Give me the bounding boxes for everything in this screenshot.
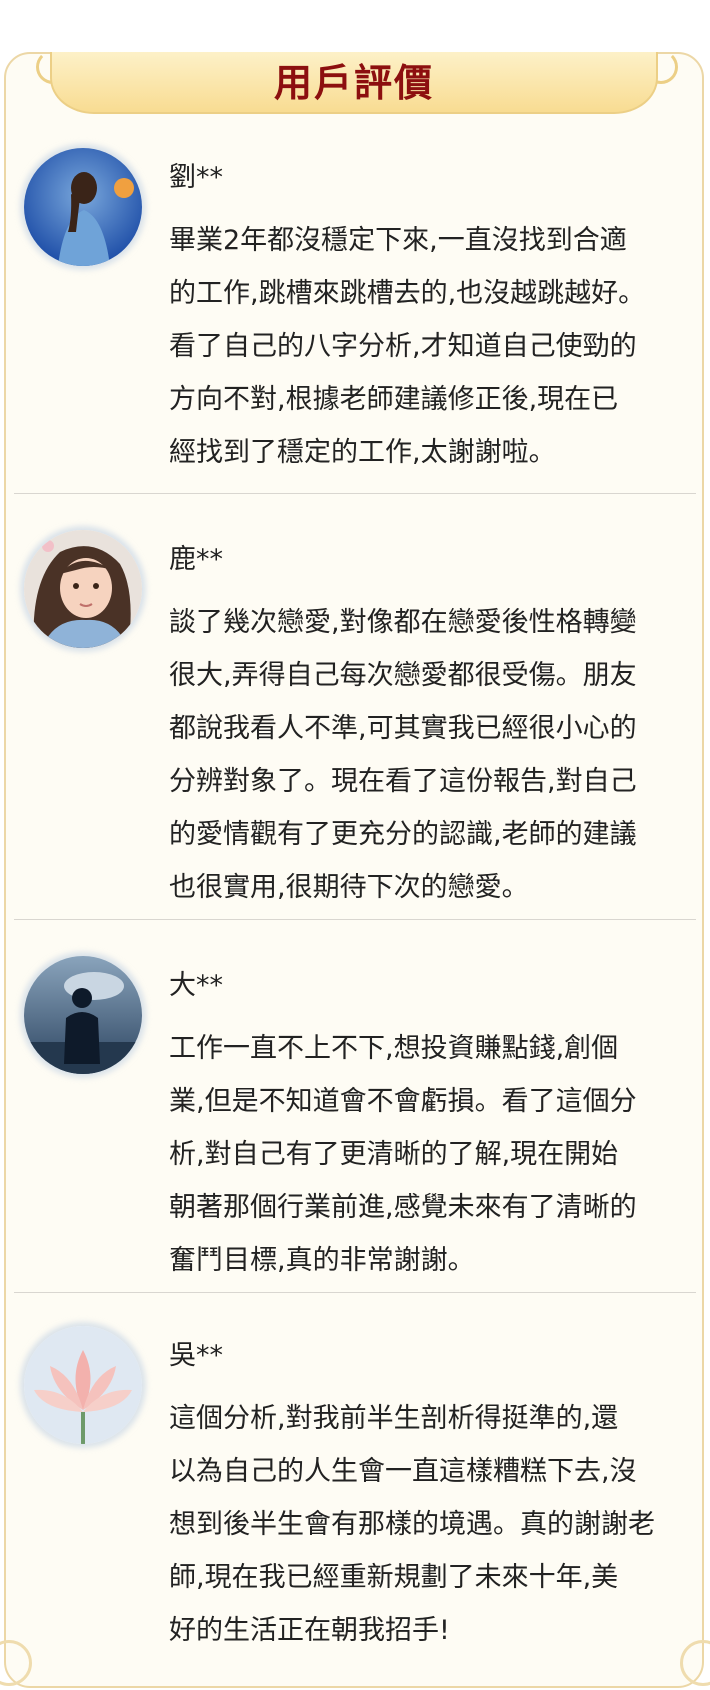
review-item: 大** 工作一直不上不下,想投資賺點錢,創個 業,但是不知道會不會虧損。看了這個… (14, 956, 696, 1276)
avatar (24, 1326, 142, 1444)
page: 用戶評價 劉** 畢業2年都沒穩定下來,一直沒找到合適 的工作,跳槽來跳槽去的,… (0, 0, 710, 1690)
divider (14, 493, 696, 494)
avatar (24, 956, 142, 1074)
review-text: 工作一直不上不下,想投資賺點錢,創個 業,但是不知道會不會虧損。看了這個分 析,… (169, 1033, 637, 1276)
section-title: 用戶評價 (273, 60, 434, 105)
reviewer-name: 吳** (169, 1340, 223, 1371)
divider (14, 919, 696, 920)
review-text: 這個分析,對我前半生剖析得挺準的,還 以為自己的人生會一直這樣糟糕下去,沒 想到… (169, 1403, 655, 1646)
review-item: 劉** 畢業2年都沒穩定下來,一直沒找到合適 的工作,跳槽來跳槽去的,也沒越跳越… (14, 148, 696, 478)
divider (14, 1292, 696, 1293)
avatar (24, 148, 142, 266)
review-item: 吳** 這個分析,對我前半生剖析得挺準的,還 以為自己的人生會一直這樣糟糕下去,… (14, 1326, 696, 1666)
review-text: 談了幾次戀愛,對像都在戀愛後性格轉變 很大,弄得自己每次戀愛都很受傷。朋友 都說… (169, 607, 637, 903)
review-item: 鹿** 談了幾次戀愛,對像都在戀愛後性格轉變 很大,弄得自己每次戀愛都很受傷。朋… (14, 530, 696, 910)
avatar (24, 530, 142, 648)
reviewer-name: 鹿** (169, 544, 223, 575)
reviewer-name: 劉** (169, 162, 223, 193)
review-text: 畢業2年都沒穩定下來,一直沒找到合適 的工作,跳槽來跳槽去的,也沒越跳越好。 看… (169, 225, 646, 468)
reviewer-name: 大** (169, 970, 223, 1001)
